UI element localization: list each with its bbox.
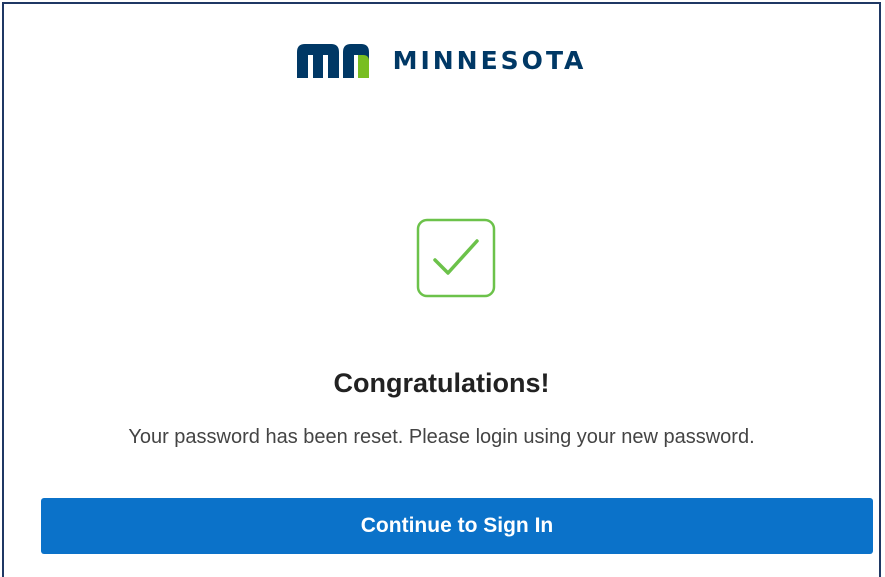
mn-logo-icon	[296, 44, 369, 78]
success-message: Your password has been reset. Please log…	[128, 426, 755, 448]
logo-wordmark: MINNESOTA	[392, 45, 587, 75]
reset-success-panel: MINNESOTA Congratulations! Your password…	[2, 2, 881, 577]
continue-to-sign-in-button[interactable]: Continue to Sign In	[41, 498, 873, 554]
minnesota-logo: MINNESOTA	[4, 42, 879, 78]
success-title: Congratulations!	[333, 368, 550, 398]
checkmark-icon	[416, 218, 496, 298]
